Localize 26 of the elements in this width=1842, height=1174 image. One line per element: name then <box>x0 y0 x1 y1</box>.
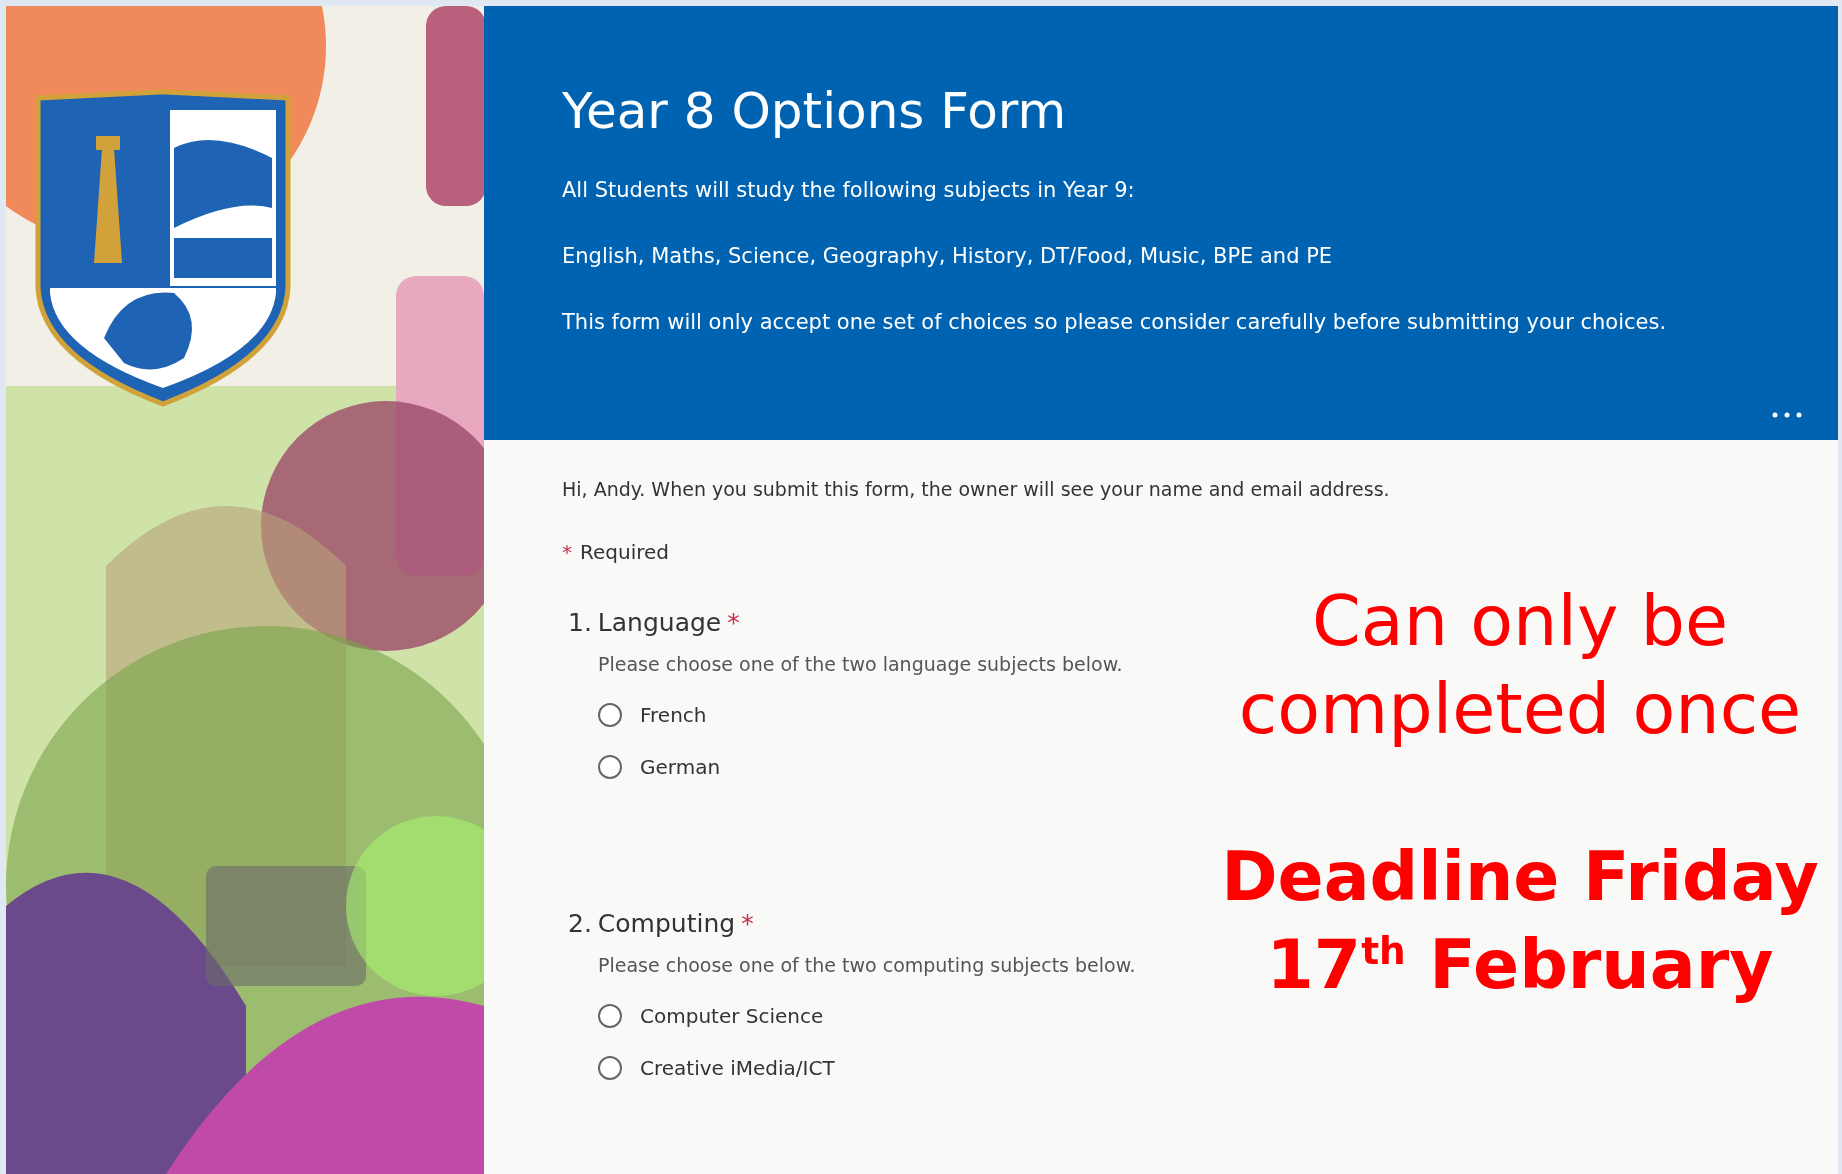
radio-button[interactable] <box>598 1004 622 1028</box>
required-asterisk: * <box>727 608 740 637</box>
radio-button[interactable] <box>598 703 622 727</box>
option-label[interactable]: Creative iMedia/ICT <box>640 1056 835 1080</box>
radio-button[interactable] <box>598 1056 622 1080</box>
required-asterisk: * <box>562 540 572 564</box>
question-subtitle: Please choose one of the two computing subjects below. <box>598 954 1136 976</box>
form-description: This form will only accept one set of choices so please consider carefully before submitting your choices. <box>562 310 1667 334</box>
annotation-note: Can only be completed once <box>1237 579 1803 752</box>
form-description: All Students will study the following subjects in Year 9: <box>562 178 1135 202</box>
form-title: Year 8 Options Form <box>562 82 1067 140</box>
question-title: Computing <box>597 909 736 938</box>
identity-notice: Hi, Andy. When you submit this form, the owner will see your name and email address. <box>562 478 1390 500</box>
question-subtitle: Please choose one of the two language subjects below. <box>598 653 1123 675</box>
option-label[interactable]: French <box>640 703 707 727</box>
deadline-note: Deadline Friday 17$^{th}$ February <box>1220 836 1820 1007</box>
form-description: English, Maths, Science, Geography, History, DT/Food, Music, BPE and PE <box>562 244 1333 268</box>
question-title: Language <box>597 608 722 637</box>
required-label: Required <box>580 540 669 564</box>
option-label[interactable]: German <box>640 755 721 779</box>
option-label[interactable]: Computer Science <box>640 1004 824 1028</box>
question-number: 1. <box>568 608 592 637</box>
more-options-icon[interactable] <box>1772 412 1802 418</box>
radio-button[interactable] <box>598 755 622 779</box>
required-asterisk: * <box>741 909 754 938</box>
question-number: 2. <box>568 909 592 938</box>
